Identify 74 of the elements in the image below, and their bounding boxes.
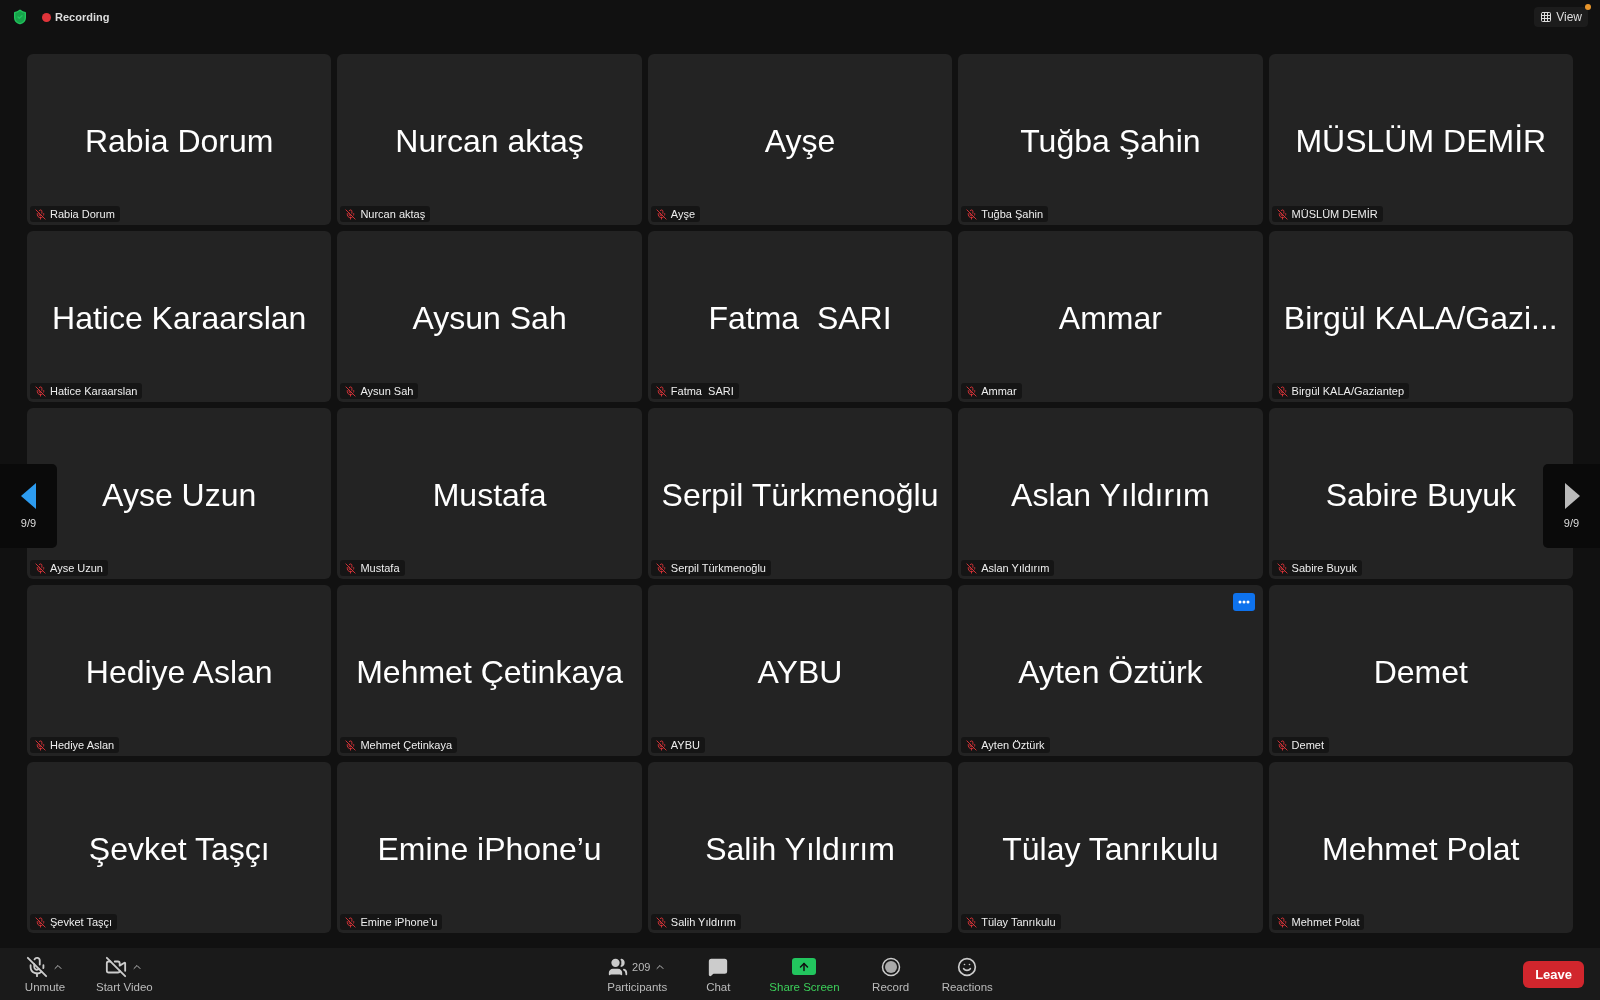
participant-label: MÜSLÜM DEMİR [1291, 208, 1378, 220]
participant-label: Tülay Tanrıkulu [981, 916, 1056, 928]
video-button[interactable]: Start Video [88, 953, 161, 995]
participant-label: Şevket Taşçı [50, 916, 113, 928]
participant-label: Birgül KALA/Gaziantep [1291, 385, 1405, 397]
participant-name: MÜSLÜM DEMİR [1295, 123, 1547, 160]
participant-label: Nurcan aktaş [360, 208, 426, 220]
left-triangle-icon [20, 483, 37, 509]
participant-name: Salih Yıldırım [705, 831, 895, 868]
record-icon [880, 956, 901, 977]
participant-name: Mustafa [432, 477, 547, 514]
participant-name: Nurcan aktaş [395, 123, 584, 160]
people-icon [608, 956, 629, 977]
participant-label: Ayşe [670, 208, 696, 220]
participants-button[interactable]: 209 Participants [599, 953, 676, 995]
participant-label: Aysun Sah [360, 385, 414, 397]
participant-label: Demet [1291, 739, 1324, 751]
chat-bubble-icon [708, 956, 729, 977]
leave-button[interactable]: Leave [1523, 960, 1584, 988]
mic-button[interactable]: Unmute [16, 953, 74, 995]
participant-name: Ayten Öztürk [1018, 654, 1203, 691]
participant-label: Aslan Yıldırım [981, 562, 1050, 574]
smiley-plus-icon [957, 956, 978, 977]
participant-label: Sabire Buyuk [1291, 562, 1358, 574]
participant-label: Ammar [981, 385, 1017, 397]
participant-label: Fatma SARI [670, 385, 734, 397]
participant-name: Aslan Yıldırım [1011, 477, 1210, 514]
participant-label: Mehmet Çetinkaya [360, 739, 453, 751]
participant-label: Salih Yıldırım [670, 916, 736, 928]
recording-indicator: Recording [42, 11, 110, 23]
participant-label: Serpil Türkmenoğlu [670, 562, 766, 574]
participant-label: Ayten Öztürk [981, 739, 1045, 751]
participant-name: Ammar [1058, 300, 1162, 337]
participant-name: Ayşe [764, 123, 836, 160]
chat-button[interactable]: Chat [689, 953, 748, 995]
participant-name: Hatice Karaarslan [52, 300, 307, 337]
participant-label: AYBU [670, 739, 700, 751]
ellipsis-icon [1237, 600, 1250, 604]
share-screen-icon [792, 958, 817, 975]
participant-name: Ayse Uzun [102, 477, 257, 514]
grid-icon [1540, 11, 1553, 23]
participant-count: 209 [632, 960, 651, 973]
reactions-button[interactable]: Reactions [933, 953, 1001, 995]
participant-label: Mustafa [360, 562, 400, 574]
participant-name: Sabire Buyuk [1325, 477, 1516, 514]
participant-name: Mehmet Çetinkaya [356, 654, 623, 691]
right-triangle-icon [1563, 483, 1580, 509]
next-page-button[interactable]: 9/9 [1543, 464, 1600, 548]
participant-name: Emine iPhone’u [377, 831, 602, 868]
participant-name: Mehmet Polat [1322, 831, 1520, 868]
participant-name: Demet [1373, 654, 1468, 691]
share-button[interactable]: Share Screen [761, 953, 848, 995]
participant-name: Tülay Tanrıkulu [1002, 831, 1219, 868]
participant-name: Tuğba Şahin [1020, 123, 1201, 160]
participant-label: Ayse Uzun [50, 562, 103, 574]
participant-name: Serpil Türkmenoğlu [661, 477, 939, 514]
participant-name: Birgül KALA/Gazi... [1283, 300, 1558, 337]
participant-name: Fatma SARI [708, 300, 892, 337]
previous-page-button[interactable]: 9/9 [0, 464, 57, 548]
participant-name: Şevket Taşçı [88, 831, 270, 868]
participant-name: AYBU [757, 654, 843, 691]
participant-label: Rabia Dorum [50, 208, 115, 220]
shield-check-icon[interactable] [12, 9, 28, 25]
participant-label: Hediye Aslan [50, 739, 115, 751]
view-button[interactable]: View [1534, 7, 1588, 27]
participant-name: Rabia Dorum [84, 123, 274, 160]
participant-name: Aysun Sah [412, 300, 567, 337]
more-options-button[interactable] [1232, 593, 1255, 611]
participant-label: Mehmet Polat [1291, 916, 1360, 928]
participant-label: Tuğba Şahin [981, 208, 1044, 220]
participant-name: Hediye Aslan [85, 654, 273, 691]
record-button[interactable]: Record [861, 953, 920, 995]
participant-label: Emine iPhone’u [360, 916, 438, 928]
participant-label: Hatice Karaarslan [50, 385, 138, 397]
